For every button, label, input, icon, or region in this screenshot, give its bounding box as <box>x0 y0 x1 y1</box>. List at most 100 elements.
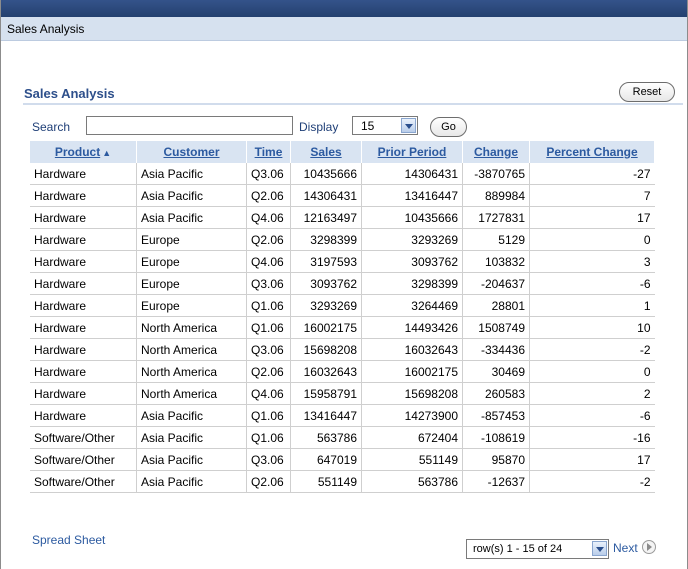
cell-customer: Europe <box>136 228 247 251</box>
cell-prior-period: 563786 <box>361 470 463 493</box>
cell-prior-period: 3264469 <box>361 294 463 317</box>
region-divider <box>23 103 683 105</box>
column-header-prior-period[interactable]: Prior Period <box>361 141 463 163</box>
cell-prior-period: 551149 <box>361 448 463 471</box>
cell-sales: 14306431 <box>290 184 362 207</box>
cell-change: 5129 <box>462 228 530 251</box>
table-row: Hardware Europe Q4.06 3197593 3093762 103832 3 <box>30 250 655 273</box>
cell-sales: 3298399 <box>290 228 362 251</box>
go-button[interactable]: Go <box>430 117 467 137</box>
spreadsheet-link[interactable]: Spread Sheet <box>32 533 105 547</box>
rows-per-page-select[interactable]: 15 <box>352 116 418 135</box>
reset-button[interactable]: Reset <box>619 82 675 102</box>
column-header-sales[interactable]: Sales <box>290 141 362 163</box>
cell-percent-change: 0 <box>529 228 655 251</box>
cell-sales: 10435666 <box>290 163 362 185</box>
cell-change: 30469 <box>462 360 530 383</box>
cell-time: Q3.06 <box>246 163 291 185</box>
cell-time: Q4.06 <box>246 250 291 273</box>
cell-percent-change: -6 <box>529 404 655 427</box>
cell-time: Q4.06 <box>246 382 291 405</box>
cell-time: Q1.06 <box>246 404 291 427</box>
cell-customer: North America <box>136 360 247 383</box>
cell-sales: 3093762 <box>290 272 362 295</box>
cell-time: Q3.06 <box>246 272 291 295</box>
cell-sales: 647019 <box>290 448 362 471</box>
table-row: Hardware Asia Pacific Q2.06 14306431 1341644… <box>30 184 655 207</box>
cell-percent-change: 7 <box>529 184 655 207</box>
cell-customer: Europe <box>136 250 247 273</box>
cell-prior-period: 14493426 <box>361 316 463 339</box>
sort-ascending-icon: ▲ <box>102 148 112 158</box>
page-header-title: Sales Analysis <box>7 22 85 36</box>
cell-prior-period: 10435666 <box>361 206 463 229</box>
table-row: Software/Other Asia Pacific Q1.06 563786 672… <box>30 426 655 449</box>
cell-product: Hardware <box>30 184 137 207</box>
pagination-select[interactable]: row(s) 1 - 15 of 24 <box>466 539 609 559</box>
cell-prior-period: 16002175 <box>361 360 463 383</box>
cell-percent-change: -2 <box>529 470 655 493</box>
next-page-link[interactable]: Next <box>613 541 638 555</box>
cell-time: Q4.06 <box>246 206 291 229</box>
cell-percent-change: -6 <box>529 272 655 295</box>
search-input[interactable] <box>86 116 293 135</box>
cell-customer: North America <box>136 316 247 339</box>
cell-time: Q2.06 <box>246 184 291 207</box>
cell-prior-period: 15698208 <box>361 382 463 405</box>
cell-change: -3870765 <box>462 163 530 185</box>
cell-sales: 13416447 <box>290 404 362 427</box>
cell-customer: North America <box>136 338 247 361</box>
cell-change: 103832 <box>462 250 530 273</box>
cell-percent-change: 1 <box>529 294 655 317</box>
cell-change: -857453 <box>462 404 530 427</box>
cell-product: Hardware <box>30 404 137 427</box>
cell-change: 28801 <box>462 294 530 317</box>
cell-customer: Asia Pacific <box>136 184 247 207</box>
table-row: Hardware Europe Q2.06 3298399 3293269 5129 0 <box>30 228 655 251</box>
cell-customer: Asia Pacific <box>136 404 247 427</box>
column-header-percent-change[interactable]: Percent Change <box>529 141 655 163</box>
breadcrumb-bar: Sales Analysis <box>1 17 687 41</box>
cell-time: Q1.06 <box>246 426 291 449</box>
top-banner <box>1 0 687 17</box>
cell-prior-period: 14273900 <box>361 404 463 427</box>
next-arrow-icon[interactable] <box>642 540 656 554</box>
cell-prior-period: 16032643 <box>361 338 463 361</box>
column-header-product[interactable]: Product ▲ <box>30 141 137 163</box>
table-row: Hardware Asia Pacific Q3.06 10435666 1430643… <box>30 163 655 185</box>
cell-sales: 15958791 <box>290 382 362 405</box>
table-row: Hardware North America Q1.06 16002175 144934… <box>30 316 655 339</box>
cell-product: Hardware <box>30 338 137 361</box>
cell-prior-period: 3293269 <box>361 228 463 251</box>
display-label: Display <box>299 120 339 134</box>
table-row: Software/Other Asia Pacific Q2.06 551149 563… <box>30 470 655 493</box>
cell-change: -204637 <box>462 272 530 295</box>
cell-product: Hardware <box>30 163 137 185</box>
cell-sales: 551149 <box>290 470 362 493</box>
column-header-time[interactable]: Time <box>246 141 291 163</box>
cell-customer: Europe <box>136 272 247 295</box>
cell-percent-change: -16 <box>529 426 655 449</box>
cell-sales: 16002175 <box>290 316 362 339</box>
cell-customer: Asia Pacific <box>136 163 247 185</box>
cell-change: -108619 <box>462 426 530 449</box>
column-header-change[interactable]: Change <box>462 141 530 163</box>
chevron-down-icon[interactable] <box>401 118 416 133</box>
column-header-customer[interactable]: Customer <box>136 141 247 163</box>
cell-customer: Europe <box>136 294 247 317</box>
search-label: Search <box>32 120 71 134</box>
pagination-value: row(s) 1 - 15 of 24 <box>473 543 563 555</box>
cell-time: Q2.06 <box>246 228 291 251</box>
cell-sales: 563786 <box>290 426 362 449</box>
table-row: Hardware Europe Q1.06 3293269 3264469 28801 1 <box>30 294 655 317</box>
cell-change: 1727831 <box>462 206 530 229</box>
cell-product: Hardware <box>30 360 137 383</box>
cell-time: Q2.06 <box>246 360 291 383</box>
table-header-row: Product ▲ Customer Time Sales Prior Perio… <box>30 141 655 163</box>
cell-sales: 3197593 <box>290 250 362 273</box>
cell-time: Q2.06 <box>246 470 291 493</box>
chevron-down-icon[interactable] <box>592 541 607 556</box>
table-row: Hardware North America Q2.06 16032643 160021… <box>30 360 655 383</box>
cell-customer: Asia Pacific <box>136 206 247 229</box>
cell-prior-period: 672404 <box>361 426 463 449</box>
